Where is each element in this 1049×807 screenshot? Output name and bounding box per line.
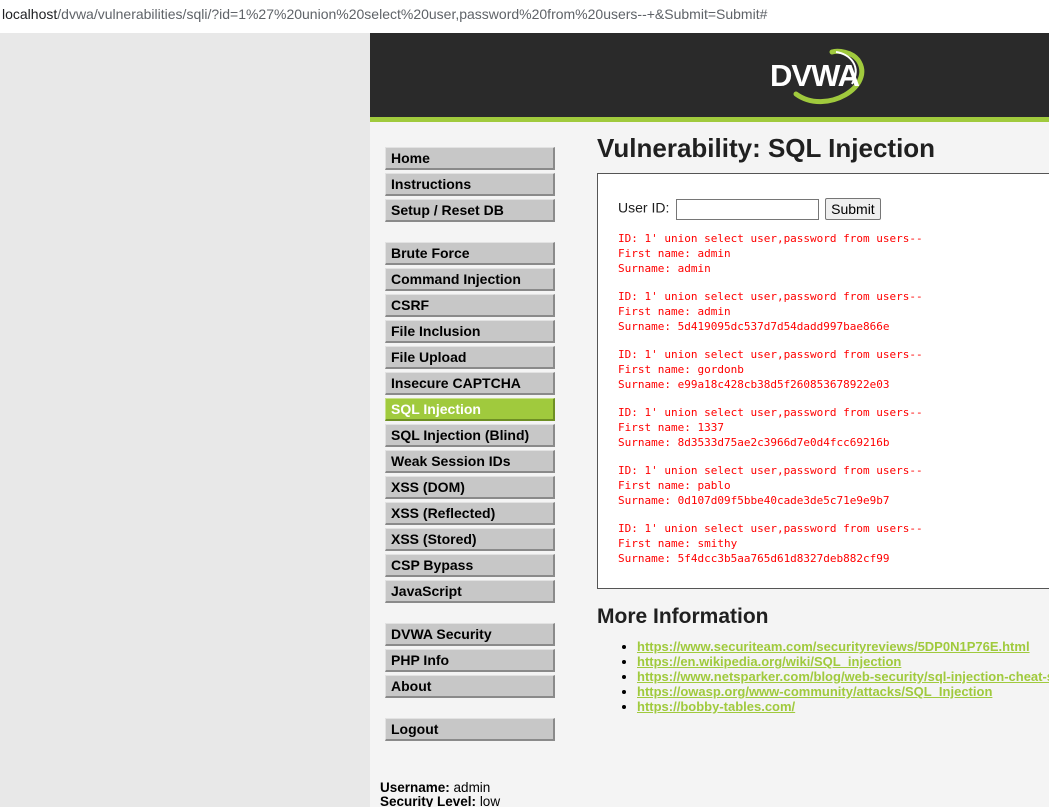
menu-item-command-injection[interactable]: Command Injection — [385, 268, 555, 291]
external-link[interactable]: https://owasp.org/www-community/attacks/… — [637, 684, 992, 699]
external-link[interactable]: https://bobby-tables.com/ — [637, 699, 795, 714]
url-host: localhost — [2, 6, 58, 22]
result-entry: ID: 1' union select user,password from u… — [618, 521, 923, 566]
more-info-heading: More Information — [597, 605, 769, 628]
result-entry: ID: 1' union select user,password from u… — [618, 405, 923, 450]
result-surname: Surname: 5d419095dc537d7d54dadd997bae866… — [618, 320, 890, 333]
result-surname: Surname: 5f4dcc3b5aa765d61d8327deb882cf9… — [618, 552, 890, 565]
query-results: ID: 1' union select user,password from u… — [618, 231, 923, 579]
result-surname: Surname: 8d3533d75ae2c3966d7e0d4fcc69216… — [618, 436, 890, 449]
link-list-item: https://en.wikipedia.org/wiki/SQL_inject… — [637, 654, 1049, 669]
dvwa-page: DVWA Home Instructions Setup / Reset DB Bru… — [370, 33, 1049, 807]
result-entry: ID: 1' union select user,password from u… — [618, 231, 923, 276]
link-list-item: https://www.netsparker.com/blog/web-secu… — [637, 669, 1049, 684]
menu-item-sql-injection-blind[interactable]: SQL Injection (Blind) — [385, 424, 555, 447]
result-id-line: ID: 1' union select user,password from u… — [618, 522, 923, 535]
username-label: Username: — [380, 780, 450, 795]
username-value: admin — [453, 780, 491, 795]
submit-button[interactable]: Submit — [825, 198, 881, 220]
menu-item-xss-dom[interactable]: XSS (DOM) — [385, 476, 555, 499]
status-panel: Username: admin Security Level: low — [380, 781, 500, 807]
result-first-name: First name: gordonb — [618, 363, 744, 376]
external-link[interactable]: https://en.wikipedia.org/wiki/SQL_inject… — [637, 654, 901, 669]
vulnerable-code-area: User ID: Submit ID: 1' union select user… — [597, 173, 1049, 589]
user-id-label: User ID: — [618, 199, 670, 216]
header: DVWA — [370, 33, 1049, 122]
user-id-form: User ID: Submit — [618, 198, 881, 220]
user-id-input[interactable] — [676, 198, 820, 220]
menu-item-insecure-captcha[interactable]: Insecure CAPTCHA — [385, 372, 555, 395]
external-link[interactable]: https://www.netsparker.com/blog/web-secu… — [637, 669, 1049, 684]
result-surname: Surname: e99a18c428cb38d5f260853678922e0… — [618, 378, 890, 391]
result-first-name: First name: pablo — [618, 479, 731, 492]
menu-item-xss-reflected[interactable]: XSS (Reflected) — [385, 502, 555, 525]
menu-item-php-info[interactable]: PHP Info — [385, 649, 555, 672]
dvwa-logo: DVWA — [770, 48, 865, 105]
address-bar[interactable]: localhost/dvwa/vulnerabilities/sqli/?id=… — [0, 0, 1049, 33]
result-id-line: ID: 1' union select user,password from u… — [618, 464, 923, 477]
result-surname: Surname: admin — [618, 262, 711, 275]
security-level-value: low — [479, 794, 501, 807]
result-first-name: First name: 1337 — [618, 421, 724, 434]
menu-item-weak-session-ids[interactable]: Weak Session IDs — [385, 450, 555, 473]
menu-item-home[interactable]: Home — [385, 147, 555, 170]
menu-item-setup-reset-db[interactable]: Setup / Reset DB — [385, 199, 555, 222]
result-entry: ID: 1' union select user,password from u… — [618, 347, 923, 392]
menu-item-logout[interactable]: Logout — [385, 718, 555, 741]
result-entry: ID: 1' union select user,password from u… — [618, 463, 923, 508]
menu-item-brute-force[interactable]: Brute Force — [385, 242, 555, 265]
menu-item-dvwa-security[interactable]: DVWA Security — [385, 623, 555, 646]
result-id-line: ID: 1' union select user,password from u… — [618, 290, 923, 303]
menu-item-about[interactable]: About — [385, 675, 555, 698]
page-title: Vulnerability: SQL Injection — [597, 133, 936, 163]
result-first-name: First name: smithy — [618, 537, 738, 550]
menu-item-javascript[interactable]: JavaScript — [385, 580, 555, 603]
menu-item-file-upload[interactable]: File Upload — [385, 346, 555, 369]
security-level-label: Security Level: — [380, 794, 477, 807]
result-surname: Surname: 0d107d09f5bbe40cade3de5c71e9e9b… — [618, 494, 890, 507]
logo-text: DVWA — [770, 58, 860, 93]
menu-item-file-inclusion[interactable]: File Inclusion — [385, 320, 555, 343]
url-path: /dvwa/vulnerabilities/sqli/?id=1%27%20un… — [57, 6, 768, 22]
result-id-line: ID: 1' union select user,password from u… — [618, 406, 923, 419]
menu-item-csrf[interactable]: CSRF — [385, 294, 555, 317]
link-list-item: https://owasp.org/www-community/attacks/… — [637, 684, 1049, 699]
menu-item-csp-bypass[interactable]: CSP Bypass — [385, 554, 555, 577]
link-list-item: https://www.securiteam.com/securityrevie… — [637, 639, 1049, 654]
menu-item-instructions[interactable]: Instructions — [385, 173, 555, 196]
result-id-line: ID: 1' union select user,password from u… — [618, 232, 923, 245]
external-link[interactable]: https://www.securiteam.com/securityrevie… — [637, 639, 1030, 654]
more-info-links: https://www.securiteam.com/securityrevie… — [597, 639, 1049, 714]
result-id-line: ID: 1' union select user,password from u… — [618, 348, 923, 361]
result-first-name: First name: admin — [618, 247, 731, 260]
result-entry: ID: 1' union select user,password from u… — [618, 289, 923, 334]
menu-item-xss-stored[interactable]: XSS (Stored) — [385, 528, 555, 551]
menu-item-sql-injection[interactable]: SQL Injection — [385, 398, 555, 421]
result-first-name: First name: admin — [618, 305, 731, 318]
link-list-item: https://bobby-tables.com/ — [637, 699, 1049, 714]
